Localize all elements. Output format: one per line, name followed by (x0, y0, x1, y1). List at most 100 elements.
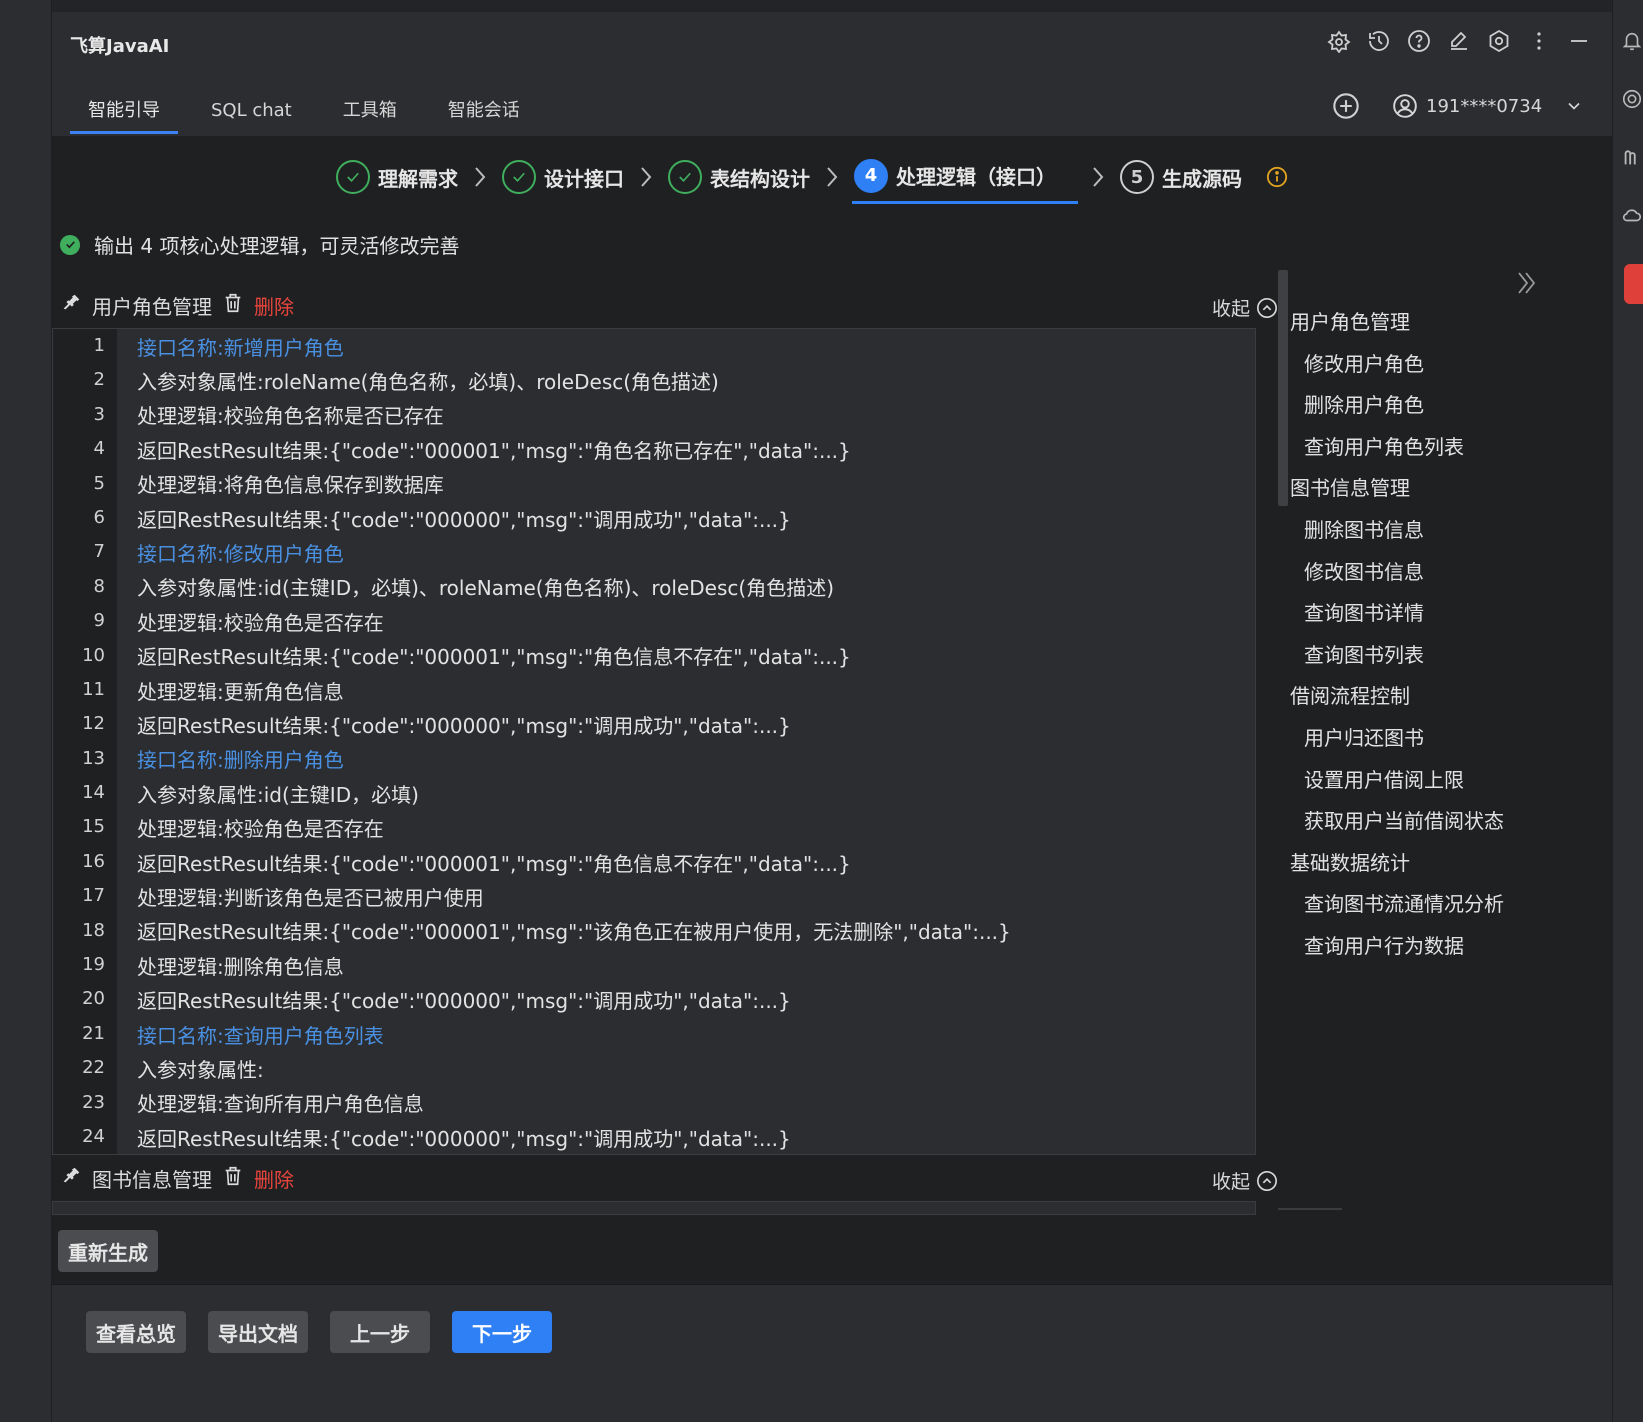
collapse-label: 收起 (1211, 298, 1250, 320)
toc-group-item[interactable]: 基础数据统计 (1290, 843, 1590, 885)
code-line[interactable]: 10 返回RestResult结果:{"code":"000001","msg":… (53, 638, 1255, 673)
toc-sub-item[interactable]: 删除图书信息 (1290, 510, 1590, 552)
logic-editor-partial[interactable] (52, 1201, 1256, 1216)
code-line[interactable]: 19 处理逻辑:删除角色信息 (53, 948, 1255, 983)
step-understand-requirements[interactable]: 理解需求 (334, 150, 460, 204)
logic-text-line: 处理逻辑:校验角色是否存在 (137, 817, 384, 842)
trash-icon[interactable] (222, 1165, 244, 1192)
code-line[interactable]: 14 入参对象属性:id(主键ID，必填) (53, 776, 1255, 811)
code-line[interactable]: 6 返回RestResult结果:{"code":"000000","msg":"… (53, 500, 1255, 536)
drag-handle-icon[interactable] (60, 292, 82, 319)
step-generate-source[interactable]: 5 生成源码 (1118, 150, 1244, 204)
toc-sub-item[interactable]: 查询用户行为数据 (1290, 926, 1590, 968)
regenerate-button[interactable]: 重新生成 (58, 1230, 158, 1272)
content-scrollbar[interactable] (1278, 270, 1288, 1220)
header-toolbar (1326, 28, 1592, 54)
edit-icon[interactable] (1446, 28, 1472, 54)
toc-sub-item[interactable]: 修改用户角色 (1290, 344, 1590, 386)
delete-section-button[interactable]: 删除 (254, 291, 294, 320)
previous-step-button[interactable]: 上一步 (330, 1311, 430, 1353)
code-line[interactable]: 1 接口名称:新增用户角色 (53, 329, 1255, 364)
more-icon[interactable] (1526, 28, 1552, 54)
help-icon[interactable] (1406, 28, 1432, 54)
code-line[interactable]: 17 处理逻辑:判断该角色是否已被用户使用 (53, 879, 1255, 914)
step-progress: 理解需求 设计接口 表结构设计 4 处理逻辑（接口） 5 生成源码 (334, 146, 1288, 208)
toc-sub-item[interactable]: 查询图书流通情况分析 (1290, 884, 1590, 926)
step-label: 理解需求 (378, 166, 458, 191)
code-line[interactable]: 20 返回RestResult结果:{"code":"000000","msg":… (53, 982, 1255, 1017)
line-number: 1 (53, 329, 117, 364)
chevron-right-icon (626, 164, 666, 190)
interface-name-line: 接口名称:删除用户角色 (137, 748, 344, 773)
code-line[interactable]: 2 入参对象属性:roleName(角色名称，必填)、roleDesc(角色描述) (53, 363, 1255, 398)
info-icon[interactable] (1266, 166, 1288, 188)
step-label: 表结构设计 (710, 166, 810, 191)
code-line[interactable]: 18 返回RestResult结果:{"code":"000001","msg":… (53, 913, 1255, 949)
toc-sub-item[interactable]: 获取用户当前借阅状态 (1290, 801, 1590, 843)
history-icon[interactable] (1366, 28, 1392, 54)
logic-editor[interactable]: 1 接口名称:新增用户角色 2 入参对象属性:roleName(角色名称，必填)、ro… (52, 328, 1256, 1156)
code-line[interactable]: 23 处理逻辑:查询所有用户角色信息 (53, 1085, 1255, 1120)
step-design-interface[interactable]: 设计接口 (500, 150, 626, 204)
toc-sub-item[interactable]: 查询图书详情 (1290, 593, 1590, 635)
chevron-down-icon (1568, 102, 1580, 110)
code-line[interactable]: 8 入参对象属性:id(主键ID，必填)、roleName(角色名称)、roleD… (53, 569, 1255, 605)
code-line[interactable]: 15 处理逻辑:校验角色是否存在 (53, 810, 1255, 845)
code-line[interactable]: 24 返回RestResult结果:{"code":"000000","msg":… (53, 1119, 1255, 1155)
code-line[interactable]: 5 处理逻辑:将角色信息保存到数据库 (53, 466, 1255, 501)
code-line[interactable]: 16 返回RestResult结果:{"code":"000001","msg":… (53, 844, 1255, 880)
cloud-icon[interactable] (1621, 204, 1643, 226)
code-line[interactable]: 9 处理逻辑:校验角色是否存在 (53, 604, 1255, 639)
toc-sub-item[interactable]: 查询图书列表 (1290, 635, 1590, 677)
delete-section-button[interactable]: 删除 (254, 1164, 294, 1193)
toc-group-item[interactable]: 借阅流程控制 (1290, 676, 1590, 718)
drag-handle-icon[interactable] (60, 1165, 82, 1192)
step-label: 生成源码 (1162, 166, 1242, 191)
code-line[interactable]: 21 接口名称:查询用户角色列表 (53, 1016, 1255, 1052)
code-line[interactable]: 3 处理逻辑:校验角色名称是否已存在 (53, 397, 1255, 433)
status-notice: 输出 4 项核心处理逻辑，可灵活修改完善 (60, 230, 459, 259)
code-line[interactable]: 12 返回RestResult结果:{"code":"000000","msg":… (53, 707, 1255, 742)
scrollbar-thumb[interactable] (1278, 270, 1288, 506)
settings-icon[interactable] (1486, 28, 1512, 54)
trash-icon[interactable] (222, 292, 244, 319)
code-line[interactable]: 7 接口名称:修改用户角色 (53, 535, 1255, 570)
ai-logo-icon[interactable] (1326, 28, 1352, 54)
chevron-up-icon (1257, 1170, 1277, 1191)
double-chevron-right-icon[interactable] (1514, 268, 1538, 298)
plugin-icon[interactable] (1621, 146, 1643, 168)
toc-sub-item[interactable]: 修改图书信息 (1290, 552, 1590, 594)
toc-sub-item[interactable]: 查询用户角色列表 (1290, 427, 1590, 469)
tab-smart-chat[interactable]: 智能会话 (430, 94, 538, 134)
toc-sub-item[interactable]: 设置用户借阅上限 (1290, 760, 1590, 802)
toc-group-item[interactable]: 图书信息管理 (1290, 468, 1590, 510)
tab-toolbox[interactable]: 工具箱 (325, 94, 415, 134)
export-document-button[interactable]: 导出文档 (208, 1311, 308, 1353)
step-table-design[interactable]: 表结构设计 (666, 150, 812, 204)
step-processing-logic[interactable]: 4 处理逻辑（接口） (852, 150, 1078, 204)
collapse-section-button[interactable]: 收起 (1212, 1167, 1278, 1194)
tab-smart-guide[interactable]: 智能引导 (70, 94, 178, 134)
logic-text-line: 处理逻辑:查询所有用户角色信息 (137, 1092, 424, 1117)
code-line[interactable]: 22 入参对象属性: (53, 1051, 1255, 1086)
line-number: 15 (53, 810, 117, 845)
toc-sub-item[interactable]: 用户归还图书 (1290, 718, 1590, 760)
user-account-menu[interactable]: 191****0734 (1392, 92, 1584, 120)
view-overview-button[interactable]: 查看总览 (86, 1311, 186, 1353)
toc-group-item[interactable]: 用户角色管理 (1290, 302, 1590, 344)
code-line[interactable]: 4 返回RestResult结果:{"code":"000001","msg":"… (53, 432, 1255, 467)
minimize-icon[interactable] (1566, 28, 1592, 54)
line-number: 16 (53, 844, 117, 880)
code-line[interactable]: 11 处理逻辑:更新角色信息 (53, 672, 1255, 708)
next-step-button[interactable]: 下一步 (452, 1311, 552, 1353)
code-line[interactable]: 13 接口名称:删除用户角色 (53, 741, 1255, 777)
feisuan-plugin-badge[interactable] (1624, 264, 1643, 304)
toc-sub-item[interactable]: 删除用户角色 (1290, 385, 1590, 427)
logic-text-line: 处理逻辑:校验角色名称是否已存在 (137, 404, 444, 429)
line-number: 2 (53, 363, 117, 398)
collapse-section-button[interactable]: 收起 (1212, 294, 1278, 321)
bell-icon[interactable] (1621, 30, 1643, 52)
ai-assistant-icon[interactable] (1621, 88, 1643, 110)
add-icon[interactable] (1332, 92, 1360, 120)
tab-sql-chat[interactable]: SQL chat (193, 94, 310, 134)
